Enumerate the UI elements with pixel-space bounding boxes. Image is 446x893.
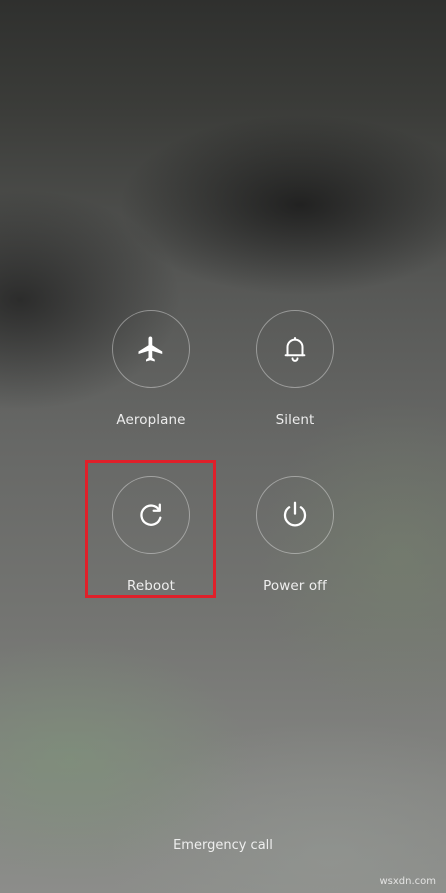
watermark: wsxdn.com [379, 876, 436, 887]
reboot-highlight-box [85, 460, 216, 598]
bell-icon [280, 334, 310, 364]
airplane-icon [136, 334, 166, 364]
screen: Aeroplane Silent Reboot Power off Emerge… [0, 0, 446, 893]
aeroplane-button[interactable] [112, 310, 190, 388]
power-off-label[interactable]: Power off [230, 578, 360, 594]
silent-button[interactable] [256, 310, 334, 388]
silent-action[interactable]: Silent [230, 310, 360, 428]
power-off-button[interactable] [256, 476, 334, 554]
aeroplane-action[interactable]: Aeroplane [86, 310, 216, 428]
aeroplane-label[interactable]: Aeroplane [86, 412, 216, 428]
power-off-action[interactable]: Power off [230, 476, 360, 594]
emergency-call-link[interactable]: Emergency call [0, 838, 446, 853]
power-icon [279, 499, 311, 531]
power-menu: Aeroplane Silent Reboot Power off Emerge… [0, 0, 446, 893]
silent-label[interactable]: Silent [230, 412, 360, 428]
